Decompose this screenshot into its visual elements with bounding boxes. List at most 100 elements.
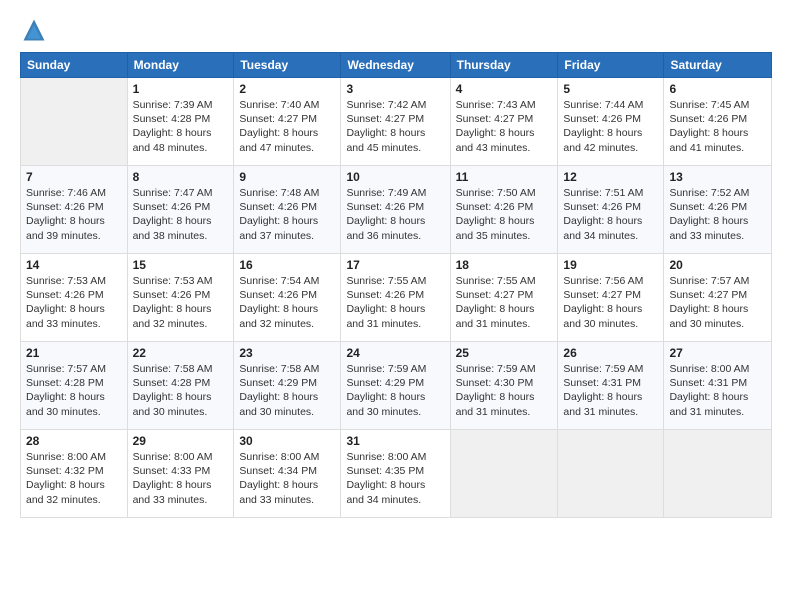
day-number: 29 [133, 434, 229, 448]
calendar-cell: 13 Sunrise: 7:52 AMSunset: 4:26 PMDayligh… [664, 166, 772, 254]
day-info: Sunrise: 7:53 AMSunset: 4:26 PMDaylight:… [26, 274, 122, 331]
day-info: Sunrise: 7:40 AMSunset: 4:27 PMDaylight:… [239, 98, 335, 155]
day-number: 13 [669, 170, 766, 184]
calendar: SundayMondayTuesdayWednesdayThursdayFrid… [20, 52, 772, 518]
calendar-cell: 29 Sunrise: 8:00 AMSunset: 4:33 PMDayligh… [127, 430, 234, 518]
day-number: 19 [563, 258, 658, 272]
calendar-cell: 18 Sunrise: 7:55 AMSunset: 4:27 PMDayligh… [450, 254, 558, 342]
col-header-saturday: Saturday [664, 53, 772, 78]
calendar-cell: 12 Sunrise: 7:51 AMSunset: 4:26 PMDayligh… [558, 166, 664, 254]
calendar-cell: 1 Sunrise: 7:39 AMSunset: 4:28 PMDaylight… [127, 78, 234, 166]
calendar-cell: 15Sunrise: 7:53 AMSunset: 4:26 PMDayligh… [127, 254, 234, 342]
day-number: 8 [133, 170, 229, 184]
col-header-friday: Friday [558, 53, 664, 78]
day-info: Sunrise: 8:00 AMSunset: 4:34 PMDaylight:… [239, 450, 335, 507]
calendar-cell: 11 Sunrise: 7:50 AMSunset: 4:26 PMDayligh… [450, 166, 558, 254]
day-number: 6 [669, 82, 766, 96]
day-number: 18 [456, 258, 553, 272]
week-row-2: 7 Sunrise: 7:46 AMSunset: 4:26 PMDaylight… [21, 166, 772, 254]
day-number: 24 [346, 346, 444, 360]
day-info: Sunrise: 8:00 AMSunset: 4:33 PMDaylight:… [133, 450, 229, 507]
day-info: Sunrise: 7:42 AMSunset: 4:27 PMDaylight:… [346, 98, 444, 155]
day-info: Sunrise: 7:47 AMSunset: 4:26 PMDaylight:… [133, 186, 229, 243]
col-header-tuesday: Tuesday [234, 53, 341, 78]
calendar-cell: 27Sunrise: 8:00 AMSunset: 4:31 PMDayligh… [664, 342, 772, 430]
calendar-cell: 28Sunrise: 8:00 AMSunset: 4:32 PMDayligh… [21, 430, 128, 518]
day-info: Sunrise: 7:39 AMSunset: 4:28 PMDaylight:… [133, 98, 229, 155]
day-number: 2 [239, 82, 335, 96]
page: SundayMondayTuesdayWednesdayThursdayFrid… [0, 0, 792, 612]
day-info: Sunrise: 7:51 AMSunset: 4:26 PMDaylight:… [563, 186, 658, 243]
day-number: 25 [456, 346, 553, 360]
day-info: Sunrise: 7:59 AMSunset: 4:30 PMDaylight:… [456, 362, 553, 419]
day-info: Sunrise: 7:46 AMSunset: 4:26 PMDaylight:… [26, 186, 122, 243]
col-header-sunday: Sunday [21, 53, 128, 78]
day-number: 16 [239, 258, 335, 272]
day-info: Sunrise: 7:50 AMSunset: 4:26 PMDaylight:… [456, 186, 553, 243]
day-number: 5 [563, 82, 658, 96]
day-info: Sunrise: 7:44 AMSunset: 4:26 PMDaylight:… [563, 98, 658, 155]
day-info: Sunrise: 7:58 AMSunset: 4:29 PMDaylight:… [239, 362, 335, 419]
day-info: Sunrise: 7:45 AMSunset: 4:26 PMDaylight:… [669, 98, 766, 155]
col-header-wednesday: Wednesday [341, 53, 450, 78]
week-row-3: 14 Sunrise: 7:53 AMSunset: 4:26 PMDayligh… [21, 254, 772, 342]
day-number: 3 [346, 82, 444, 96]
day-number: 9 [239, 170, 335, 184]
day-number: 26 [563, 346, 658, 360]
day-number: 31 [346, 434, 444, 448]
calendar-cell: 30 Sunrise: 8:00 AMSunset: 4:34 PMDayligh… [234, 430, 341, 518]
day-info: Sunrise: 7:49 AMSunset: 4:26 PMDaylight:… [346, 186, 444, 243]
day-info: Sunrise: 7:55 AMSunset: 4:26 PMDaylight:… [346, 274, 444, 331]
day-info: Sunrise: 8:00 AMSunset: 4:32 PMDaylight:… [26, 450, 122, 507]
calendar-cell: 23 Sunrise: 7:58 AMSunset: 4:29 PMDayligh… [234, 342, 341, 430]
day-number: 21 [26, 346, 122, 360]
col-header-thursday: Thursday [450, 53, 558, 78]
calendar-cell: 26 Sunrise: 7:59 AMSunset: 4:31 PMDayligh… [558, 342, 664, 430]
calendar-cell: 4 Sunrise: 7:43 AMSunset: 4:27 PMDaylight… [450, 78, 558, 166]
day-number: 22 [133, 346, 229, 360]
col-header-monday: Monday [127, 53, 234, 78]
calendar-cell: 3 Sunrise: 7:42 AMSunset: 4:27 PMDaylight… [341, 78, 450, 166]
day-number: 23 [239, 346, 335, 360]
day-number: 7 [26, 170, 122, 184]
day-number: 10 [346, 170, 444, 184]
week-row-5: 28Sunrise: 8:00 AMSunset: 4:32 PMDayligh… [21, 430, 772, 518]
day-number: 17 [346, 258, 444, 272]
calendar-cell: 2 Sunrise: 7:40 AMSunset: 4:27 PMDaylight… [234, 78, 341, 166]
calendar-cell: 17 Sunrise: 7:55 AMSunset: 4:26 PMDayligh… [341, 254, 450, 342]
day-number: 14 [26, 258, 122, 272]
day-info: Sunrise: 7:43 AMSunset: 4:27 PMDaylight:… [456, 98, 553, 155]
day-info: Sunrise: 7:55 AMSunset: 4:27 PMDaylight:… [456, 274, 553, 331]
calendar-cell: 31 Sunrise: 8:00 AMSunset: 4:35 PMDayligh… [341, 430, 450, 518]
calendar-cell: 6 Sunrise: 7:45 AMSunset: 4:26 PMDaylight… [664, 78, 772, 166]
day-info: Sunrise: 8:00 AMSunset: 4:35 PMDaylight:… [346, 450, 444, 507]
day-number: 20 [669, 258, 766, 272]
calendar-body: 1 Sunrise: 7:39 AMSunset: 4:28 PMDaylight… [21, 78, 772, 518]
day-info: Sunrise: 7:58 AMSunset: 4:28 PMDaylight:… [133, 362, 229, 419]
logo [20, 16, 52, 44]
calendar-cell: 5 Sunrise: 7:44 AMSunset: 4:26 PMDaylight… [558, 78, 664, 166]
header-row: SundayMondayTuesdayWednesdayThursdayFrid… [21, 53, 772, 78]
calendar-cell: 8 Sunrise: 7:47 AMSunset: 4:26 PMDaylight… [127, 166, 234, 254]
day-number: 4 [456, 82, 553, 96]
day-number: 1 [133, 82, 229, 96]
day-number: 11 [456, 170, 553, 184]
header [20, 16, 772, 44]
calendar-cell: 10 Sunrise: 7:49 AMSunset: 4:26 PMDayligh… [341, 166, 450, 254]
calendar-cell: 22 Sunrise: 7:58 AMSunset: 4:28 PMDayligh… [127, 342, 234, 430]
day-number: 30 [239, 434, 335, 448]
calendar-cell: 25 Sunrise: 7:59 AMSunset: 4:30 PMDayligh… [450, 342, 558, 430]
day-info: Sunrise: 7:48 AMSunset: 4:26 PMDaylight:… [239, 186, 335, 243]
day-info: Sunrise: 7:57 AMSunset: 4:28 PMDaylight:… [26, 362, 122, 419]
day-number: 27 [669, 346, 766, 360]
calendar-cell: 7 Sunrise: 7:46 AMSunset: 4:26 PMDaylight… [21, 166, 128, 254]
day-info: Sunrise: 7:52 AMSunset: 4:26 PMDaylight:… [669, 186, 766, 243]
calendar-cell: 24Sunrise: 7:59 AMSunset: 4:29 PMDayligh… [341, 342, 450, 430]
week-row-1: 1 Sunrise: 7:39 AMSunset: 4:28 PMDaylight… [21, 78, 772, 166]
calendar-cell [558, 430, 664, 518]
calendar-cell: 21 Sunrise: 7:57 AMSunset: 4:28 PMDayligh… [21, 342, 128, 430]
day-info: Sunrise: 7:59 AMSunset: 4:31 PMDaylight:… [563, 362, 658, 419]
day-number: 12 [563, 170, 658, 184]
calendar-header: SundayMondayTuesdayWednesdayThursdayFrid… [21, 53, 772, 78]
calendar-cell: 19Sunrise: 7:56 AMSunset: 4:27 PMDayligh… [558, 254, 664, 342]
